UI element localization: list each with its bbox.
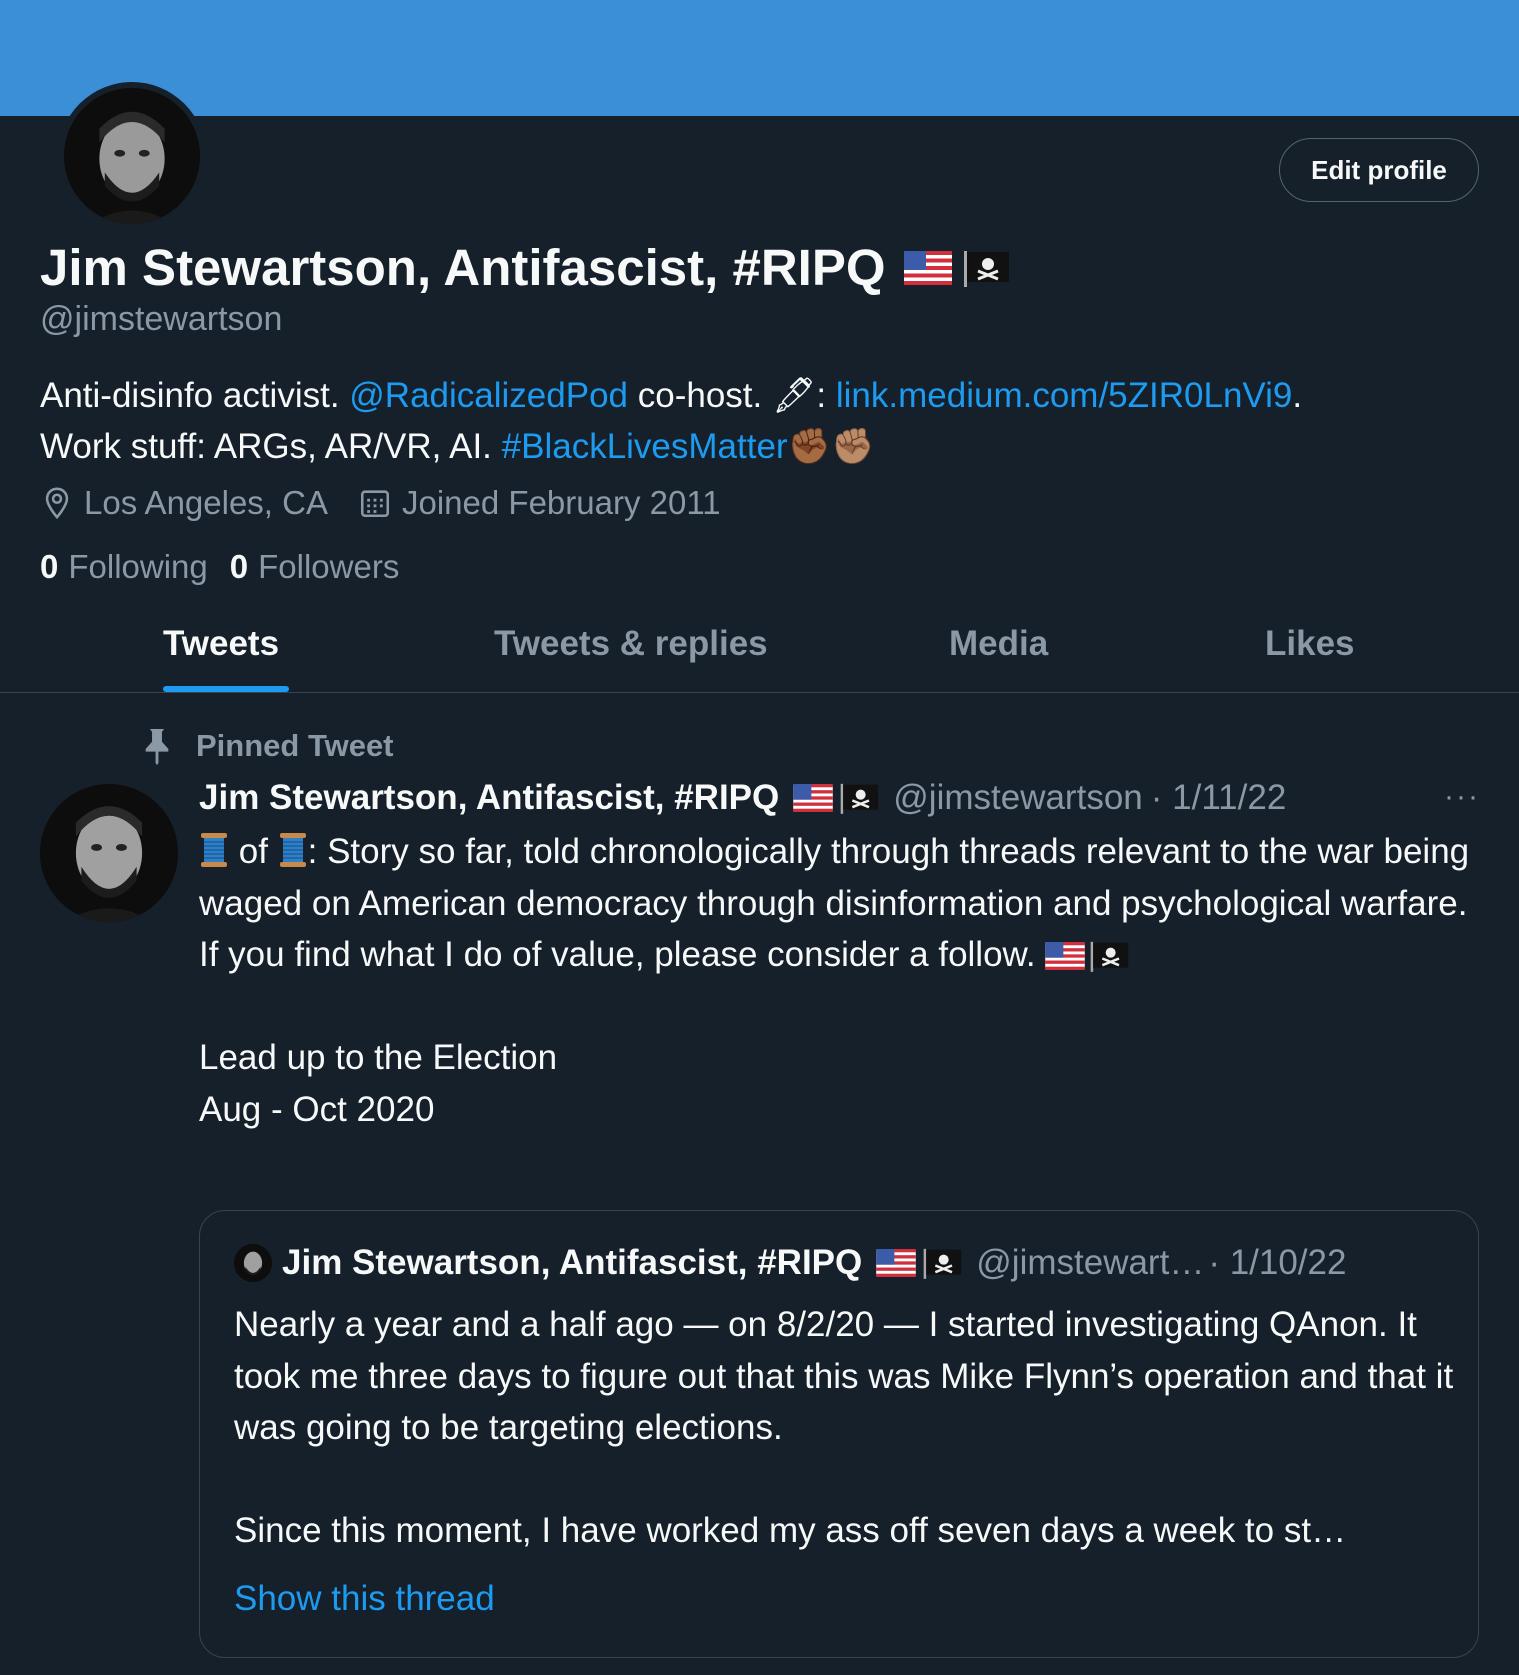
tweet-author-avatar[interactable]	[40, 784, 178, 922]
pinned-indicator: Pinned Tweet	[140, 726, 394, 766]
us-flag-icon	[793, 784, 834, 812]
profile-avatar[interactable]	[58, 82, 206, 230]
quoted-tweet-header: Jim Stewartson, Antifascist, #RIPQ @jims…	[234, 1243, 1346, 1283]
location-text: Los Angeles, CA	[84, 484, 328, 521]
quoted-author-name: Jim Stewartson, Antifascist, #RIPQ	[282, 1243, 863, 1282]
tab-likes[interactable]: Likes	[1265, 624, 1355, 664]
active-tab-indicator	[163, 686, 289, 692]
profile-name-text: Jim Stewartson, Antifascist, #RIPQ	[40, 239, 886, 296]
following-label: Following	[68, 548, 208, 585]
pin-icon	[145, 729, 169, 766]
bio-line-2: Work stuff: ARGs, AR/VR, AI.	[40, 427, 502, 466]
tab-media[interactable]: Media	[949, 624, 1048, 664]
bio-medium-link[interactable]: link.medium.com/5ZIR0LnVi9	[836, 376, 1293, 415]
profile-tabs: Tweets Tweets & replies Media Likes	[0, 620, 1519, 693]
avatar-image	[40, 784, 178, 922]
bio-text-2: co-host.	[628, 376, 772, 415]
profile-bio: Anti-disinfo activist. @RadicalizedPod c…	[40, 370, 1480, 472]
quoted-author-handle: @jimstewart…	[976, 1243, 1205, 1282]
pirate-flag-icon	[923, 1248, 962, 1279]
more-options-icon[interactable]: ···	[1444, 780, 1480, 814]
pinned-label: Pinned Tweet	[196, 728, 394, 763]
thread-spool-icon	[279, 833, 306, 867]
avatar-image	[234, 1244, 272, 1282]
profile-meta: Los Angeles, CA Joined February 2011	[40, 484, 751, 522]
location-item: Los Angeles, CA	[40, 484, 328, 522]
tweet-header: Jim Stewartson, Antifascist, #RIPQ @jims…	[199, 778, 1286, 818]
edit-profile-button[interactable]: Edit profile	[1279, 138, 1479, 202]
followers-label: Followers	[258, 548, 400, 585]
followers-link[interactable]: 0 Followers	[230, 548, 400, 586]
joined-text: Joined February 2011	[402, 484, 721, 521]
pirate-flag-icon	[840, 783, 879, 814]
calendar-icon	[360, 490, 390, 518]
joined-item: Joined February 2011	[358, 484, 721, 522]
quoted-date: · 1/10/22	[1208, 1243, 1347, 1282]
pirate-flag-icon	[963, 250, 1009, 287]
pirate-flag-icon	[1091, 941, 1129, 972]
tweet-text-of: of	[229, 832, 278, 871]
quoted-tweet[interactable]: Jim Stewartson, Antifascist, #RIPQ @jims…	[199, 1210, 1479, 1658]
us-flag-icon	[876, 1249, 917, 1277]
tweet-text-main: : Story so far, told chronologically thr…	[199, 832, 1470, 974]
pen-emoji: 🖋	[771, 376, 817, 415]
quoted-author-avatar	[234, 1244, 272, 1282]
bio-text-3: :	[816, 376, 836, 415]
tweet-date[interactable]: · 1/11/22	[1151, 778, 1287, 818]
bio-hashtag-link[interactable]: #BlackLivesMatter	[502, 427, 788, 466]
following-count: 0	[40, 548, 59, 585]
tweet-body: of : Story so far, told chronologically …	[199, 826, 1479, 1135]
us-flag-icon	[1045, 942, 1086, 970]
profile-name: Jim Stewartson, Antifascist, #RIPQ	[40, 238, 1010, 297]
bio-text-1: Anti-disinfo activist.	[40, 376, 350, 415]
thread-spool-icon	[201, 833, 227, 867]
show-thread-link[interactable]: Show this thread	[234, 1579, 495, 1619]
follow-stats: 0 Following 0 Followers	[40, 548, 399, 586]
quoted-tweet-body: Nearly a year and a half ago — on 8/2/20…	[234, 1305, 1454, 1550]
followers-count: 0	[229, 548, 249, 585]
avatar-image	[64, 88, 200, 224]
profile-banner[interactable]	[0, 0, 1519, 116]
us-flag-icon	[903, 250, 952, 285]
bio-text-4: .	[1292, 376, 1303, 415]
following-link[interactable]: 0 Following	[40, 548, 208, 586]
tab-tweets[interactable]: Tweets	[163, 624, 279, 664]
tweet-author-name[interactable]: Jim Stewartson, Antifascist, #RIPQ	[199, 778, 779, 818]
tab-tweets-replies[interactable]: Tweets & replies	[494, 624, 768, 664]
fists-emoji: ✊🏾✊🏽	[787, 427, 875, 466]
profile-handle: @jimstewartson	[40, 300, 283, 338]
tweet-text-end: Lead up to the Election Aug - Oct 2020	[199, 1038, 558, 1129]
tweet-author-handle[interactable]: @jimstewartson	[893, 778, 1142, 818]
bio-mention-link[interactable]: @RadicalizedPod	[349, 376, 628, 415]
location-pin-icon	[45, 487, 69, 520]
